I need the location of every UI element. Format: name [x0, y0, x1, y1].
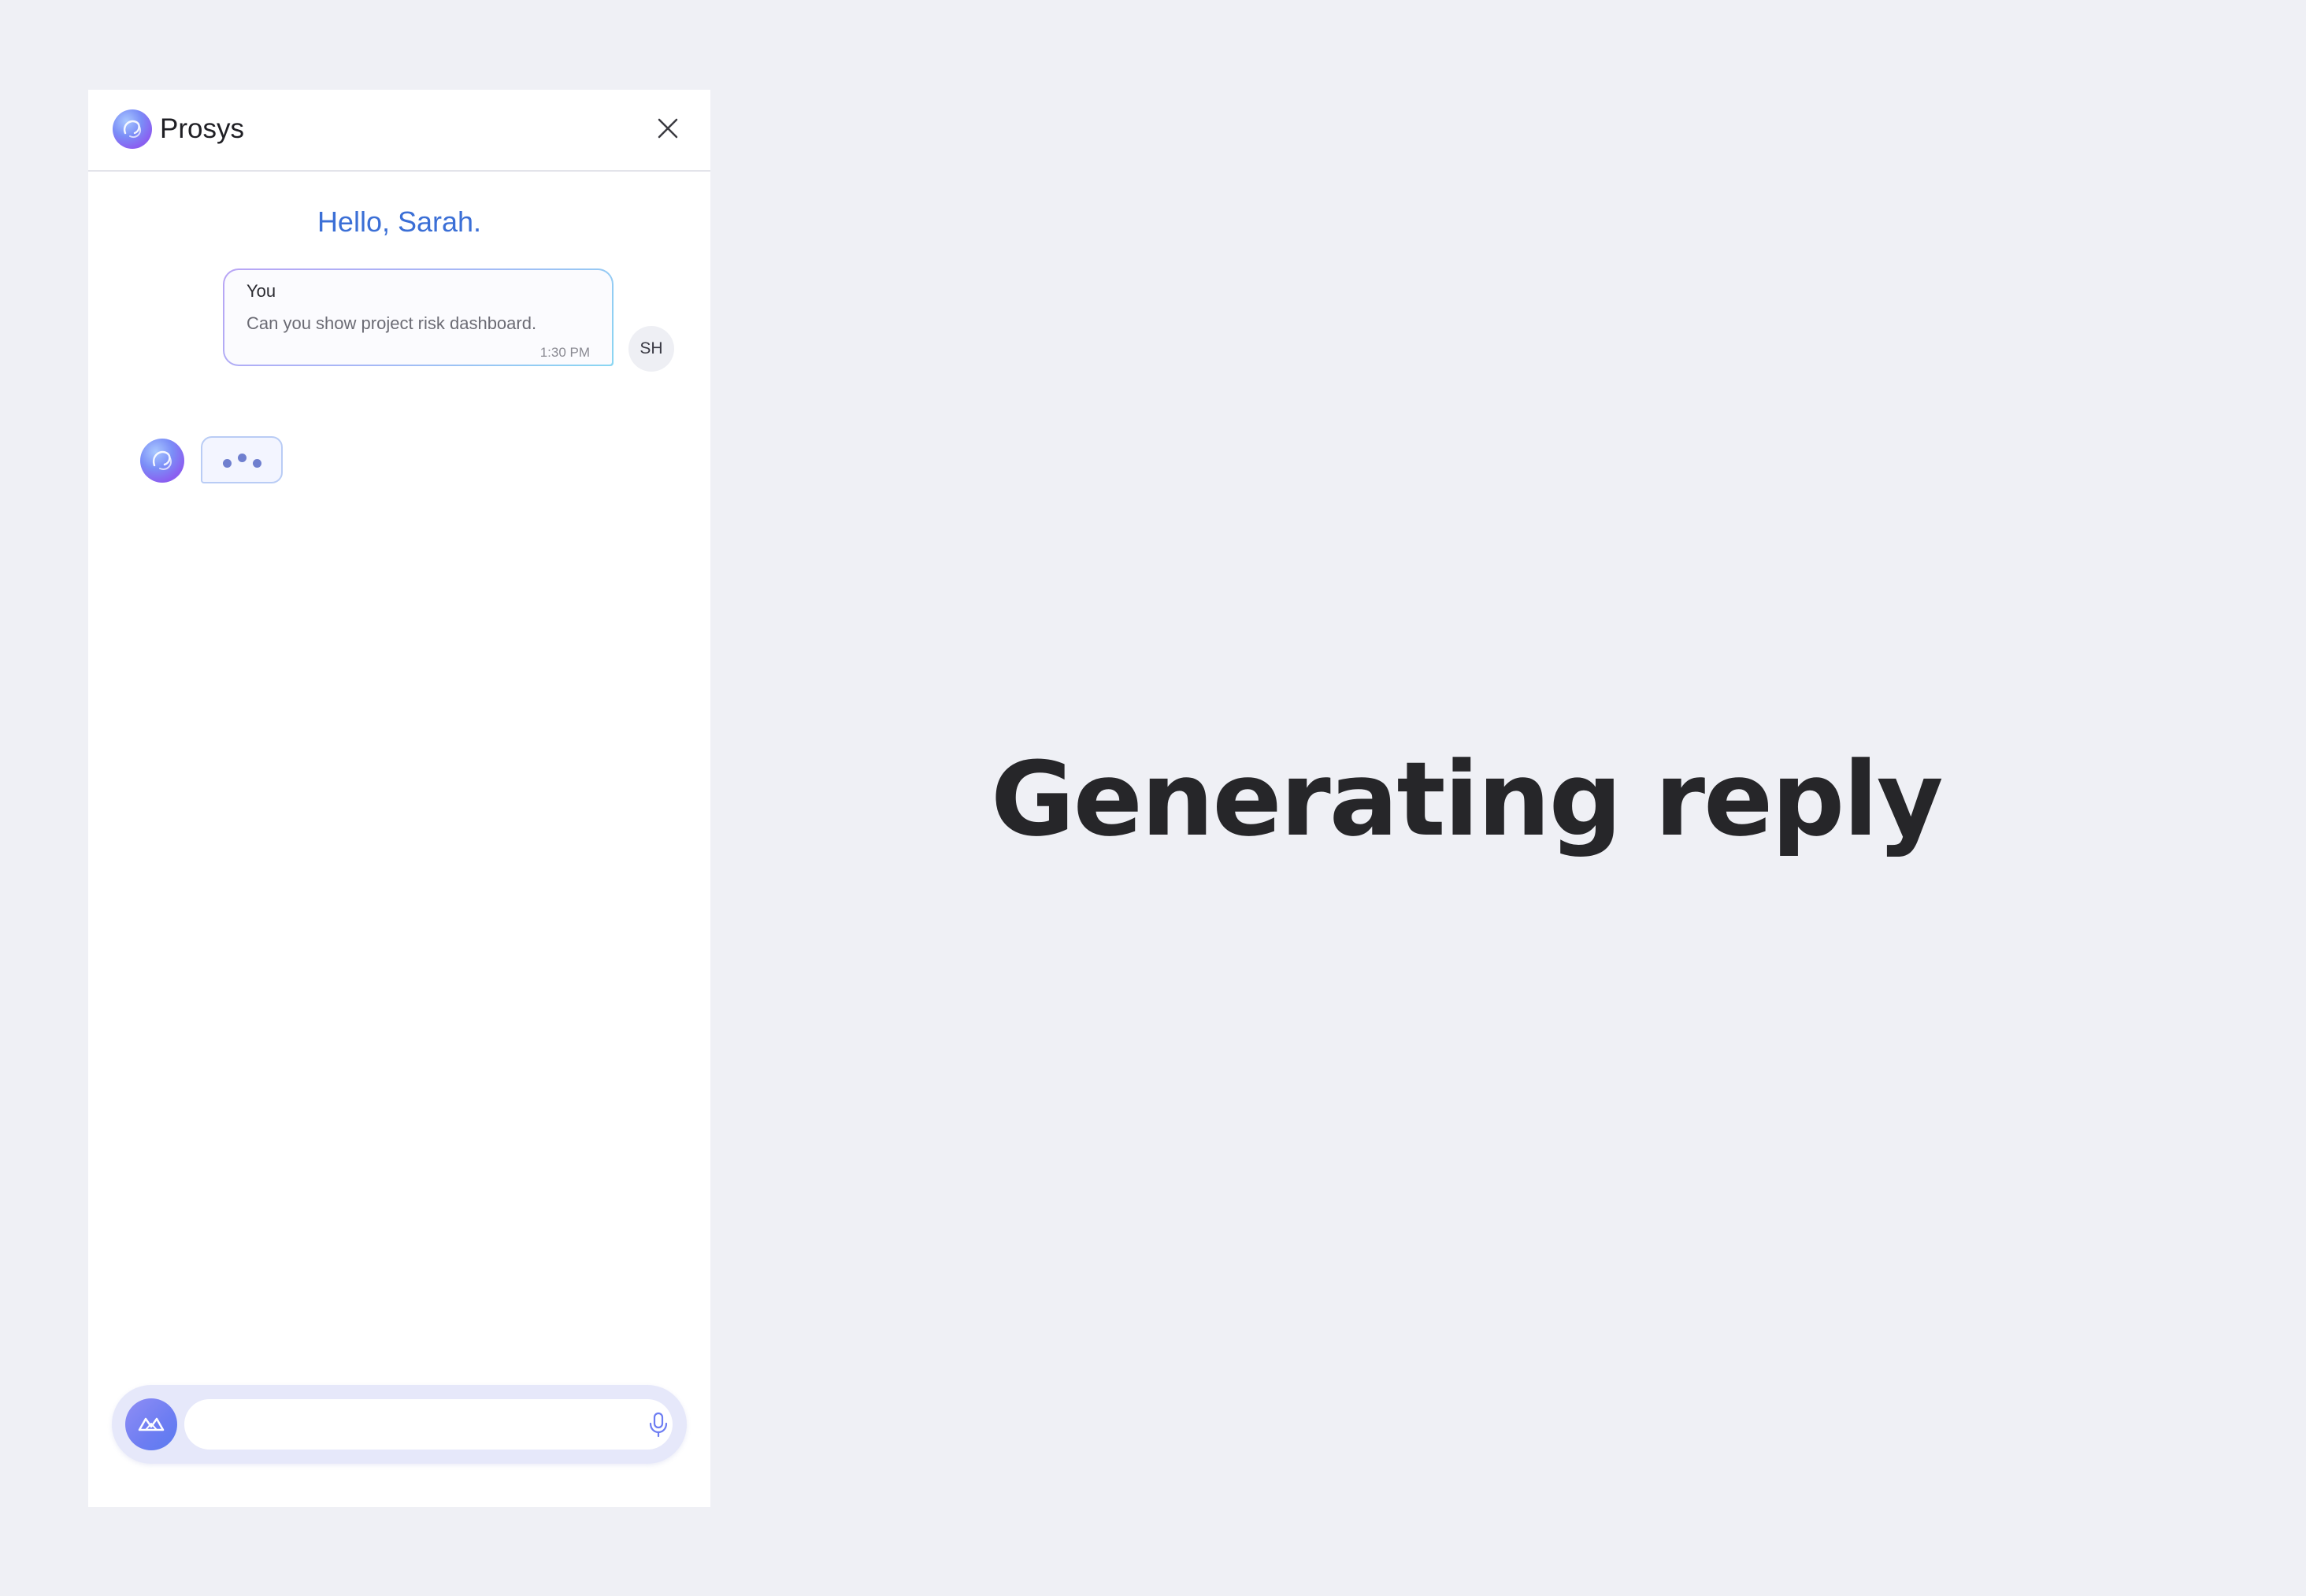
- message-sender: You: [247, 281, 276, 301]
- message-timestamp: 1:30 PM: [539, 345, 590, 360]
- assistant-avatar-icon: [140, 439, 184, 483]
- chat-header: Prosys: [88, 90, 710, 172]
- message-input[interactable]: [184, 1399, 673, 1450]
- typing-dot: [238, 454, 247, 462]
- close-button[interactable]: [655, 116, 680, 141]
- microphone-button[interactable]: [644, 1410, 673, 1439]
- microphone-icon[interactable]: [644, 1410, 673, 1439]
- close-icon[interactable]: [655, 116, 680, 141]
- typing-dot: [253, 459, 261, 468]
- user-message-bubble: You Can you show project risk dashboard.…: [223, 268, 614, 366]
- assistant-logo-icon[interactable]: [125, 1398, 177, 1450]
- chat-panel: Prosys Hello, Sarah. You Can you show pr…: [88, 90, 710, 1507]
- message-text: Can you show project risk dashboard.: [247, 313, 537, 333]
- app-name: Prosys: [160, 113, 244, 144]
- typing-dot: [223, 459, 232, 468]
- message-composer: [112, 1385, 687, 1464]
- caption-heading: Generating reply: [991, 739, 1944, 859]
- user-avatar: SH: [628, 326, 674, 372]
- typing-indicator: [201, 436, 283, 483]
- prosys-logo-icon: [113, 109, 152, 149]
- greeting-title: Hello, Sarah.: [317, 206, 482, 238]
